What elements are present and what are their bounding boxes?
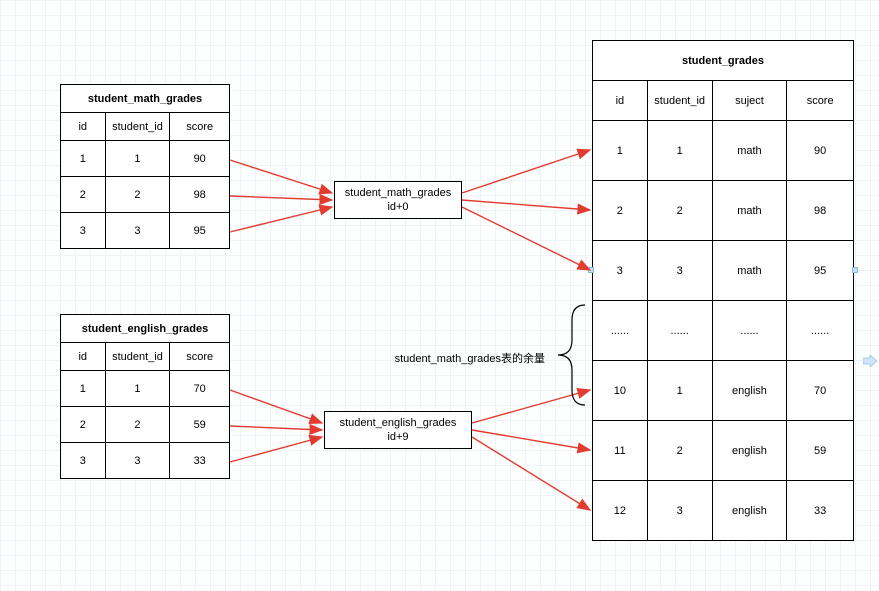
table-row: 12 3 english 33: [593, 481, 854, 541]
english-col-id: id: [61, 343, 106, 371]
arrow-eng-row2: [230, 426, 322, 430]
result-table-title: student_grades: [593, 41, 854, 81]
arrow-math-row2: [230, 196, 332, 200]
table-row: 2 2 98: [61, 177, 230, 213]
table-row: 1 1 90: [61, 141, 230, 177]
arrow-math-row3: [230, 207, 332, 232]
arrow-eng-row1: [230, 390, 322, 423]
english-op-line1: student_english_grades: [325, 416, 471, 430]
math-op-box: student_math_grades id+0: [334, 181, 462, 219]
math-col-studentid: student_id: [105, 113, 170, 141]
english-grades-table: student_english_grades id student_id sco…: [60, 314, 230, 479]
english-col-studentid: student_id: [105, 343, 170, 371]
english-table-title: student_english_grades: [61, 315, 230, 343]
result-col-subject: suject: [712, 81, 787, 121]
result-grades-table: student_grades id student_id suject scor…: [592, 40, 854, 541]
math-op-line2: id+0: [335, 200, 461, 214]
english-op-box: student_english_grades id+9: [324, 411, 472, 449]
page-forward-icon: [863, 355, 877, 367]
english-op-line2: id+9: [325, 430, 471, 444]
arrow-engop-res1: [472, 390, 590, 423]
arrow-mathop-res1: [462, 150, 590, 193]
result-col-studentid: student_id: [647, 81, 712, 121]
selection-handle-icon: [588, 267, 594, 273]
arrow-engop-res2: [472, 430, 590, 450]
table-row: 11 2 english 59: [593, 421, 854, 481]
table-row: 3 3 33: [61, 443, 230, 479]
brace-icon: [558, 305, 585, 405]
math-table-title: student_math_grades: [61, 85, 230, 113]
math-grades-table: student_math_grades id student_id score …: [60, 84, 230, 249]
table-row: 1 1 math 90: [593, 121, 854, 181]
table-row: 10 1 english 70: [593, 361, 854, 421]
arrow-mathop-res3: [462, 207, 590, 270]
table-row: 3 3 95: [61, 213, 230, 249]
arrow-eng-row3: [230, 437, 322, 462]
result-col-score: score: [787, 81, 854, 121]
arrow-mathop-res2: [462, 200, 590, 210]
math-col-id: id: [61, 113, 106, 141]
arrow-math-row1: [230, 160, 332, 193]
english-col-score: score: [170, 343, 230, 371]
selection-handle-icon: [852, 267, 858, 273]
gap-annotation: student_math_grades表的余量: [375, 350, 545, 366]
table-row: 2 2 59: [61, 407, 230, 443]
math-col-score: score: [170, 113, 230, 141]
table-row: 2 2 math 98: [593, 181, 854, 241]
table-row-ellipsis: ...... ...... ...... ......: [593, 301, 854, 361]
arrow-engop-res3: [472, 437, 590, 510]
table-row: 3 3 math 95: [593, 241, 854, 301]
table-row: 1 1 70: [61, 371, 230, 407]
result-col-id: id: [593, 81, 648, 121]
math-op-line1: student_math_grades: [335, 186, 461, 200]
